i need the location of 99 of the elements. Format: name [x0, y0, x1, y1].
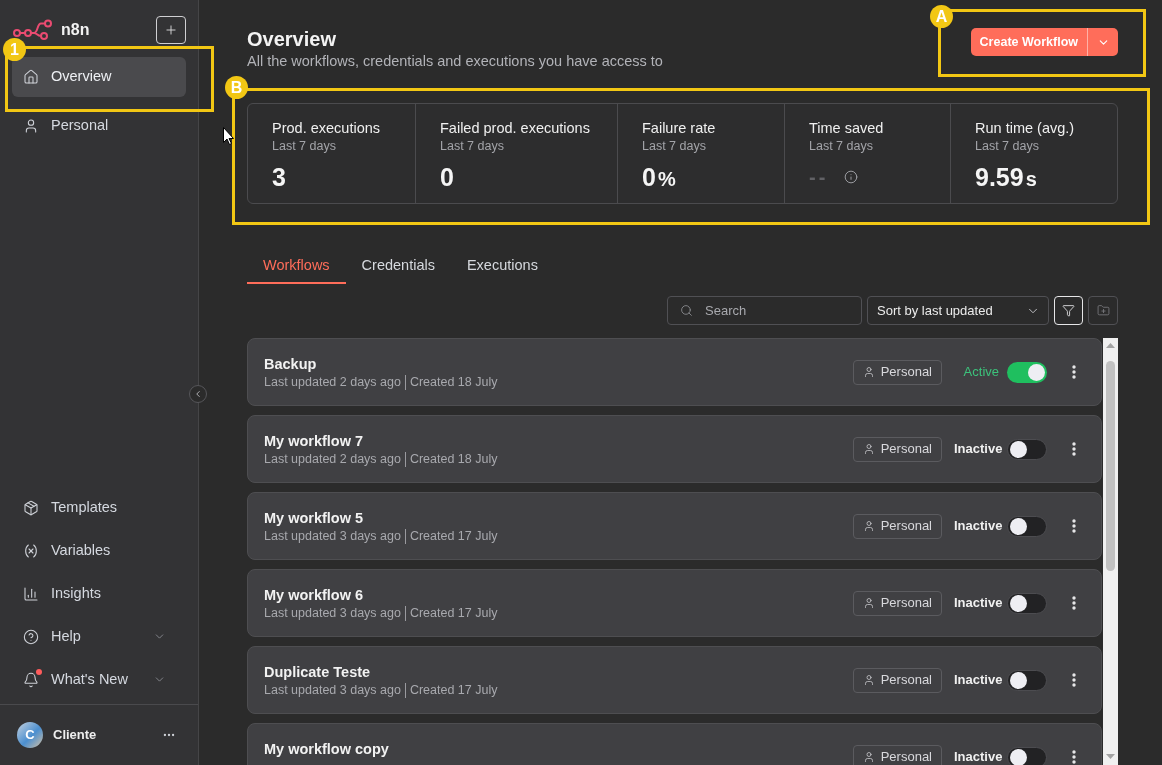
stat-value: 0% — [642, 162, 676, 193]
nav-item[interactable]: Help — [12, 615, 186, 658]
workflow-card[interactable]: My workflow 7 Last updated 2 days ago Created 18 July Personal Inactive — [247, 415, 1102, 483]
person-icon — [23, 118, 39, 134]
owner-tag: Personal — [852, 590, 942, 616]
workflow-card[interactable]: My workflow 6 Last updated 3 days ago Created 17 July Personal Inactive — [247, 569, 1102, 637]
nav-item[interactable]: Variables — [12, 529, 186, 572]
stat-value: 9.59s — [975, 162, 1037, 193]
workflow-name[interactable]: My workflow 5 — [264, 508, 364, 528]
scrollbar-track[interactable] — [1103, 338, 1118, 765]
logo-icon — [13, 19, 53, 41]
workflow-card[interactable]: My workflow 5 Last updated 3 days ago Created 17 July Personal Inactive — [247, 492, 1102, 560]
nav-item[interactable]: Overview — [12, 57, 186, 97]
nav-item[interactable]: Insights — [12, 572, 186, 615]
stat-label: Run time (avg.) — [975, 119, 1076, 138]
stat-period: Last 7 days — [642, 138, 707, 154]
stat-period: Last 7 days — [440, 138, 505, 154]
vertical-dots-icon — [1072, 519, 1076, 533]
bar-chart-icon — [23, 585, 39, 602]
created-date-text: Created 17 July — [409, 682, 498, 698]
vertical-dots-icon — [1072, 442, 1076, 456]
workflow-name[interactable]: My workflow 6 — [264, 585, 364, 605]
person-icon — [862, 520, 875, 532]
person-icon — [862, 597, 875, 609]
owner-tag: Personal — [852, 744, 942, 765]
vertical-dots-icon — [1072, 365, 1076, 379]
person-icon — [862, 751, 875, 763]
box-icon — [23, 499, 39, 516]
stat-label: Prod. executions — [272, 119, 381, 138]
last-updated-text: Last updated 3 days ago — [264, 605, 401, 621]
search-icon — [680, 304, 693, 317]
last-updated-text: Last updated 2 days ago — [264, 374, 401, 390]
person-icon — [862, 674, 875, 686]
stat-label: Failed prod. executions — [440, 119, 591, 138]
nav-item[interactable]: What's New — [12, 658, 186, 701]
stat-period: Last 7 days — [809, 138, 874, 154]
stat-label: Failure rate — [642, 119, 717, 138]
vertical-dots-icon — [1072, 596, 1076, 610]
active-toggle[interactable] — [1007, 361, 1047, 383]
tab[interactable]: Credentials — [345, 250, 451, 284]
stat-label: Time saved — [809, 119, 885, 138]
active-toggle[interactable] — [1007, 592, 1047, 614]
funnel-icon — [1062, 304, 1075, 317]
bell-icon — [23, 671, 39, 688]
owner-tag: Personal — [852, 667, 942, 693]
last-updated-text: Last updated 2 days ago — [264, 451, 401, 467]
stat-value: 0 — [440, 162, 454, 192]
page-title: Overview — [247, 27, 337, 51]
workflow-name[interactable]: Backup — [264, 354, 317, 374]
help-icon — [23, 628, 39, 645]
vertical-dots-icon — [1072, 750, 1076, 764]
folder-plus-icon — [1096, 304, 1110, 317]
status-text: Active — [962, 363, 999, 382]
active-toggle[interactable] — [1007, 669, 1047, 691]
workflow-card[interactable]: Duplicate Teste Last updated 3 days ago Created 17 July Personal Inactive — [247, 646, 1102, 714]
brand-name: n8n — [61, 20, 90, 40]
page-subtitle: All the workflows, credentials and executions you have access to — [247, 52, 663, 71]
active-toggle[interactable] — [1007, 746, 1047, 765]
add-button[interactable] — [156, 16, 186, 44]
variable-icon — [23, 542, 39, 559]
owner-tag: Personal — [852, 436, 942, 462]
step-marker: A — [930, 5, 953, 28]
tab[interactable]: Executions — [450, 250, 554, 284]
owner-tag: Personal — [852, 513, 942, 539]
stat-value: -- — [809, 165, 829, 190]
stat-period: Last 7 days — [975, 138, 1040, 154]
active-toggle[interactable] — [1007, 438, 1047, 460]
tab[interactable]: Workflows — [247, 250, 346, 284]
created-date-text: Created 17 July — [409, 528, 498, 544]
chevron-left-icon — [193, 389, 203, 399]
filter-button[interactable] — [1054, 296, 1083, 325]
created-date-text: Created 18 July — [409, 451, 498, 467]
user-name: Cliente — [53, 726, 97, 745]
home-icon — [23, 69, 39, 85]
workflow-card[interactable]: My workflow copy Personal Inactive — [247, 723, 1102, 765]
search-field[interactable]: Search — [667, 296, 862, 325]
last-updated-text: Last updated 3 days ago — [264, 528, 401, 544]
created-date-text: Created 18 July — [409, 374, 498, 390]
person-icon — [862, 366, 875, 378]
nav-item[interactable]: Personal — [12, 106, 186, 146]
stat-value: 3 — [272, 162, 286, 192]
step-marker: B — [225, 76, 248, 99]
stat-period: Last 7 days — [272, 138, 337, 154]
last-updated-text: Last updated 3 days ago — [264, 682, 401, 698]
plus-icon — [164, 23, 178, 37]
person-icon — [862, 443, 875, 455]
sort-dropdown[interactable]: Sort by last updated — [867, 296, 1049, 325]
scrollbar-thumb[interactable] — [1106, 361, 1115, 571]
active-toggle[interactable] — [1007, 515, 1047, 537]
created-date-text: Created 17 July — [409, 605, 498, 621]
workflow-name[interactable]: My workflow 7 — [264, 431, 364, 451]
nav-item[interactable]: Templates — [12, 486, 186, 529]
owner-tag: Personal — [852, 359, 942, 385]
workflow-card[interactable]: Backup Last updated 2 days ago Created 18 July Personal Active — [247, 338, 1102, 406]
vertical-dots-icon — [1072, 673, 1076, 687]
info-icon[interactable] — [844, 170, 859, 184]
workflow-name[interactable]: Duplicate Teste — [264, 662, 371, 682]
mouse-pointer-icon — [223, 127, 234, 145]
workflow-name[interactable]: My workflow copy — [264, 739, 389, 759]
